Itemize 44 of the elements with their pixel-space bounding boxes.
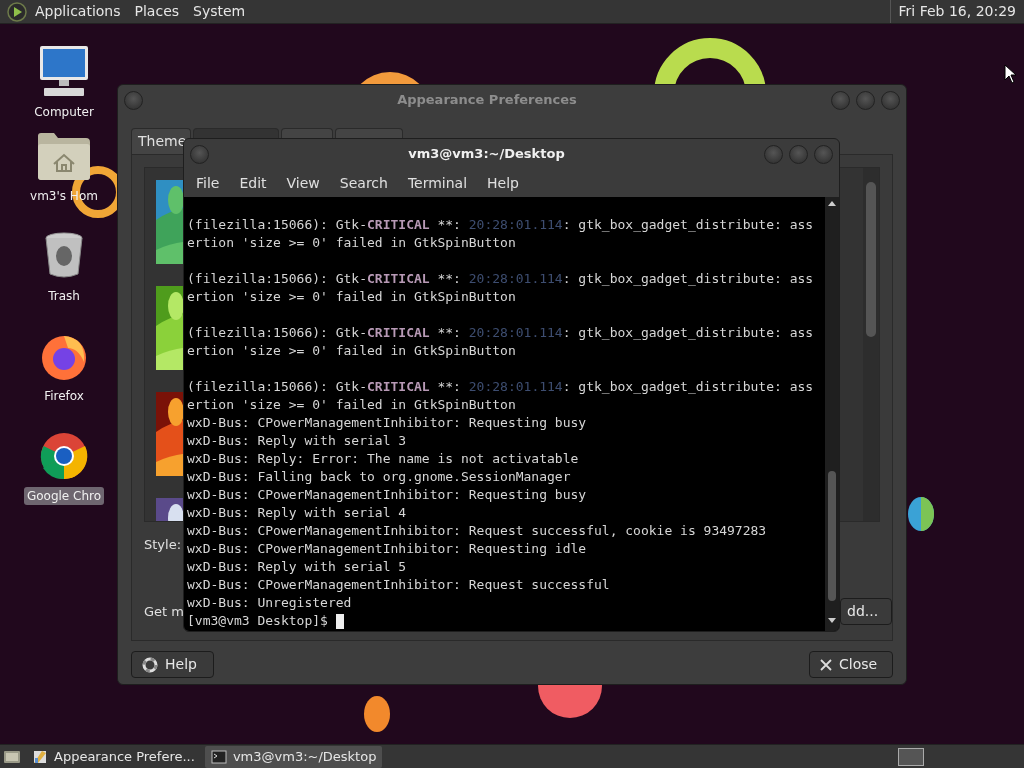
style-label: Style: <box>144 536 182 555</box>
icon-label[interactable]: Computer <box>31 103 97 121</box>
menu-item[interactable]: Search <box>329 172 398 194</box>
terminal-line: wxD-Bus: Unregistered <box>187 594 353 612</box>
menu-item[interactable]: Terminal <box>397 172 478 194</box>
icon-label[interactable]: Google Chro <box>23 487 105 505</box>
close-button[interactable]: Close <box>809 651 893 678</box>
terminal-line: ertion 'size >= 0' failed in GtkSpinButton <box>187 234 517 252</box>
get-more-label: Get m <box>144 602 184 621</box>
icon-label[interactable]: Firefox <box>41 387 87 405</box>
terminal-line: wxD-Bus: Reply with serial 3 <box>187 432 408 450</box>
terminal-line: (filezilla:15066): Gtk-CRITICAL **: 20:28:01.114: gtk_box_gadget_distribute: ass <box>187 324 815 342</box>
window-title: Appearance Preferences <box>396 91 578 110</box>
terminal-line: wxD-Bus: CPowerManagementInhibitor: Request successful, cookie is 93497283 <box>187 522 768 540</box>
menu-item[interactable]: File <box>186 172 230 194</box>
terminal-line: wxD-Bus: Falling back to org.gnome.SessionManager <box>187 468 572 486</box>
help-button[interactable]: Help <box>131 651 214 678</box>
clock[interactable]: Fri Feb 16, 20:29 <box>889 0 1024 23</box>
window-title: vm3@vm3:~/Desktop <box>407 145 566 164</box>
icon-label[interactable]: Trash <box>45 287 83 305</box>
menu-item[interactable]: View <box>276 172 330 194</box>
terminal-line: wxD-Bus: CPowerManagementInhibitor: Requesting idle <box>187 540 588 558</box>
menu-item[interactable]: Edit <box>229 172 277 194</box>
shell-prompt: [vm3@vm3 Desktop]$ <box>187 612 328 630</box>
terminal-line: wxD-Bus: Reply with serial 5 <box>187 558 408 576</box>
terminal-line: ertion 'size >= 0' failed in GtkSpinButton <box>187 342 517 360</box>
terminal-line: (filezilla:15066): Gtk-CRITICAL **: 20:28:01.114: gtk_box_gadget_distribute: ass <box>187 270 815 288</box>
terminal-line: ertion 'size >= 0' failed in GtkSpinButton <box>187 288 517 306</box>
taskbar-button[interactable]: vm3@vm3:~/Desktop <box>204 745 383 768</box>
terminal-line: (filezilla:15066): Gtk-CRITICAL **: 20:28:01.114: gtk_box_gadget_distribute: ass <box>187 378 815 396</box>
add-button[interactable]: dd... <box>840 598 892 625</box>
terminal-line: wxD-Bus: Reply: Error: The name is not activatable <box>187 450 580 468</box>
terminal-line: wxD-Bus: Reply with serial 4 <box>187 504 408 522</box>
terminal-line: wxD-Bus: CPowerManagementInhibitor: Requesting busy <box>187 486 588 504</box>
panel-menu[interactable]: Applications <box>28 0 128 23</box>
terminal-line: (filezilla:15066): Gtk-CRITICAL **: 20:28:01.114: gtk_box_gadget_distribute: ass <box>187 216 815 234</box>
taskbar-button[interactable]: Appearance Prefere... <box>26 745 201 768</box>
terminal-line: wxD-Bus: CPowerManagementInhibitor: Requesting busy <box>187 414 588 432</box>
panel-menu[interactable]: System <box>186 0 253 23</box>
terminal-line: ertion 'size >= 0' failed in GtkSpinButton <box>187 396 517 414</box>
tab[interactable]: Theme <box>131 128 191 154</box>
menu-item[interactable]: Help <box>477 172 529 194</box>
panel-menu[interactable]: Places <box>127 0 187 23</box>
terminal-line: wxD-Bus: CPowerManagementInhibitor: Request successful <box>187 576 611 594</box>
